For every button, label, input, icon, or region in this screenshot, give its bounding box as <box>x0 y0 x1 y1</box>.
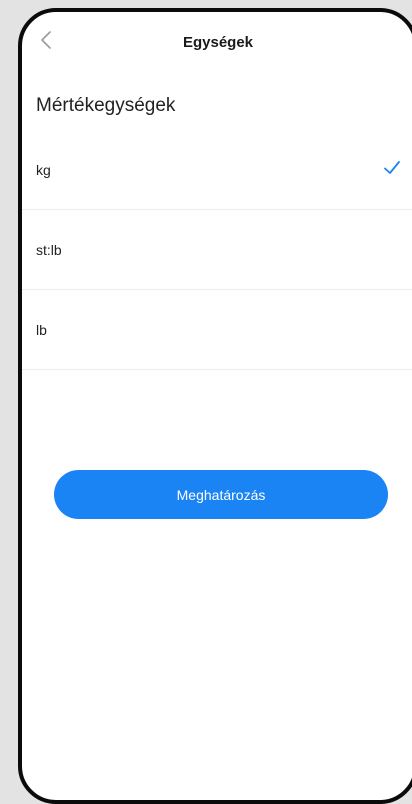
phone-frame: Egységek Mértékegységek kg st:lb lb Megh… <box>18 8 412 804</box>
section-title: Mértékegységek <box>36 95 176 116</box>
confirm-button[interactable]: Meghatározás <box>54 470 388 519</box>
checkmark-icon <box>384 161 400 174</box>
unit-label: kg <box>36 162 51 178</box>
unit-option-kg[interactable]: kg <box>22 130 412 210</box>
unit-label: st:lb <box>36 242 62 258</box>
page-title: Egységek <box>182 34 254 51</box>
unit-option-lb[interactable]: lb <box>22 290 412 370</box>
unit-option-st-lb[interactable]: st:lb <box>22 210 412 290</box>
header-bar: Egységek <box>22 12 412 72</box>
unit-list: kg st:lb lb <box>22 130 412 370</box>
unit-label: lb <box>36 322 47 338</box>
